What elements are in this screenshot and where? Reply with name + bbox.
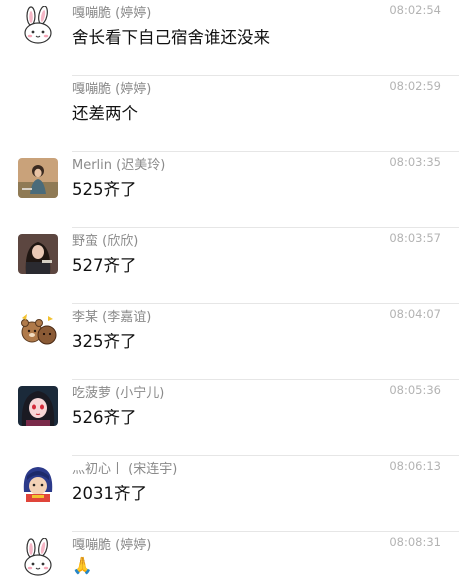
chat-message: 李某 (李嘉谊) 08:04:07 325齐了	[0, 304, 459, 380]
message-text[interactable]: 舍长看下自己宿舍谁还没来	[72, 24, 270, 48]
message-text[interactable]: 还差两个	[72, 100, 138, 124]
pink-rabbit-sticker-icon[interactable]	[18, 6, 58, 46]
cartoon-bears-sticker-icon[interactable]	[18, 310, 58, 350]
girl-photo-avatar-icon[interactable]	[18, 158, 58, 198]
sender-name: 嘎嘣脆 (婷婷)	[72, 538, 152, 553]
message-timestamp: 08:02:59	[389, 79, 441, 93]
chat-message: 吃菠萝 (小宁儿) 08:05:36 526齐了	[0, 380, 459, 456]
dark-haired-girl-photo-avatar-icon[interactable]	[18, 234, 58, 274]
anime-character-avatar-icon[interactable]	[18, 462, 58, 502]
cartoon-girl-red-eyes-avatar-icon[interactable]	[18, 386, 58, 426]
chat-message-list[interactable]: 嘎嘣脆 (婷婷) 08:02:54 舍长看下自己宿舍谁还没来 嘎嘣脆 (婷婷) …	[0, 0, 459, 581]
sender-name: 野蛮 (欣欣)	[72, 234, 139, 249]
message-timestamp: 08:03:57	[389, 231, 441, 245]
message-timestamp: 08:05:36	[389, 383, 441, 397]
sender-name: 吃菠萝 (小宁儿)	[72, 386, 165, 401]
message-timestamp: 08:04:07	[389, 307, 441, 321]
pink-rabbit-sticker-icon[interactable]	[18, 538, 58, 578]
chat-message: 嘎嘣脆 (婷婷) 08:02:54 舍长看下自己宿舍谁还没来	[0, 0, 459, 76]
chat-message: 灬初心丨 (宋连宇) 08:06:13 2031齐了	[0, 456, 459, 532]
message-text[interactable]: 527齐了	[72, 252, 137, 276]
message-timestamp: 08:06:13	[389, 459, 441, 473]
message-text[interactable]: 525齐了	[72, 176, 137, 200]
message-timestamp: 08:02:54	[389, 3, 441, 17]
sender-name: 嘎嘣脆 (婷婷)	[72, 6, 152, 21]
sender-name: 嘎嘣脆 (婷婷)	[72, 82, 152, 97]
chat-message: 嘎嘣脆 (婷婷) 08:02:59 还差两个	[0, 76, 459, 152]
message-timestamp: 08:08:31	[389, 535, 441, 549]
chat-message: 嘎嘣脆 (婷婷) 08:08:31 🙏	[0, 532, 459, 581]
message-text[interactable]: 526齐了	[72, 404, 137, 428]
chat-message: 野蛮 (欣欣) 08:03:57 527齐了	[0, 228, 459, 304]
message-timestamp: 08:03:35	[389, 155, 441, 169]
message-text[interactable]: 325齐了	[72, 328, 137, 352]
sender-name: 李某 (李嘉谊)	[72, 310, 152, 325]
sender-name: 灬初心丨 (宋连宇)	[72, 462, 178, 477]
sender-name: Merlin (迟美玲)	[72, 158, 166, 173]
message-emoji-text[interactable]: 🙏	[72, 556, 93, 576]
chat-message: Merlin (迟美玲) 08:03:35 525齐了	[0, 152, 459, 228]
message-text[interactable]: 2031齐了	[72, 480, 147, 504]
